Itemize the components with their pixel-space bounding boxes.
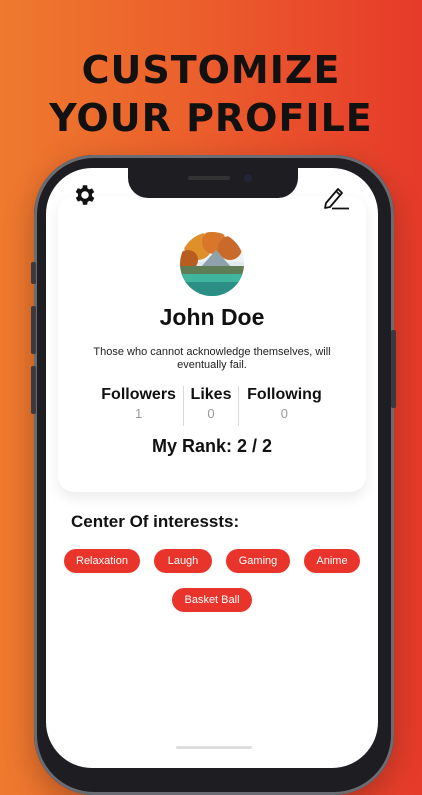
avatar[interactable] bbox=[180, 232, 244, 296]
interest-chip[interactable]: Relaxation bbox=[64, 549, 140, 573]
stat-likes[interactable]: Likes 0 bbox=[183, 386, 239, 426]
stat-value: 0 bbox=[207, 406, 215, 421]
interest-chip[interactable]: Anime bbox=[304, 549, 360, 573]
headline-line-2: YOUR PROFILE bbox=[49, 96, 373, 140]
stat-following[interactable]: Following 0 bbox=[239, 386, 330, 426]
phone-side-button bbox=[31, 366, 36, 414]
gear-icon[interactable] bbox=[72, 182, 98, 208]
speaker-grille bbox=[188, 176, 230, 180]
stat-label: Following bbox=[247, 386, 322, 403]
interest-chip[interactable]: Laugh bbox=[154, 549, 212, 573]
phone-side-button bbox=[31, 262, 36, 284]
stat-label: Followers bbox=[101, 386, 176, 403]
stat-value: 1 bbox=[135, 406, 143, 421]
interest-chip[interactable]: Gaming bbox=[226, 549, 290, 573]
stat-value: 0 bbox=[280, 406, 288, 421]
rank-text: My Rank: 2 / 2 bbox=[151, 436, 273, 456]
profile-bio: Those who cannot acknowledge themselves,… bbox=[93, 346, 331, 371]
headline-line-1: CUSTOMIZE bbox=[81, 48, 341, 92]
interests-title: Center Of interessts: bbox=[71, 512, 240, 531]
interest-chip[interactable]: Basket Ball bbox=[172, 588, 252, 612]
phone-side-button bbox=[391, 330, 396, 408]
camera-icon bbox=[244, 174, 252, 182]
edit-icon[interactable] bbox=[320, 184, 350, 210]
profile-name: John Doe bbox=[159, 304, 265, 330]
profile-stats: Followers 1 Likes 0 Following 0 bbox=[94, 386, 330, 426]
stat-label: Likes bbox=[190, 386, 232, 403]
stat-followers[interactable]: Followers 1 bbox=[94, 386, 183, 426]
phone-screen: John Doe Those who cannot acknowledge th… bbox=[46, 168, 378, 768]
phone-side-button bbox=[31, 306, 36, 354]
home-indicator[interactable] bbox=[176, 746, 252, 749]
phone-notch bbox=[128, 168, 298, 198]
